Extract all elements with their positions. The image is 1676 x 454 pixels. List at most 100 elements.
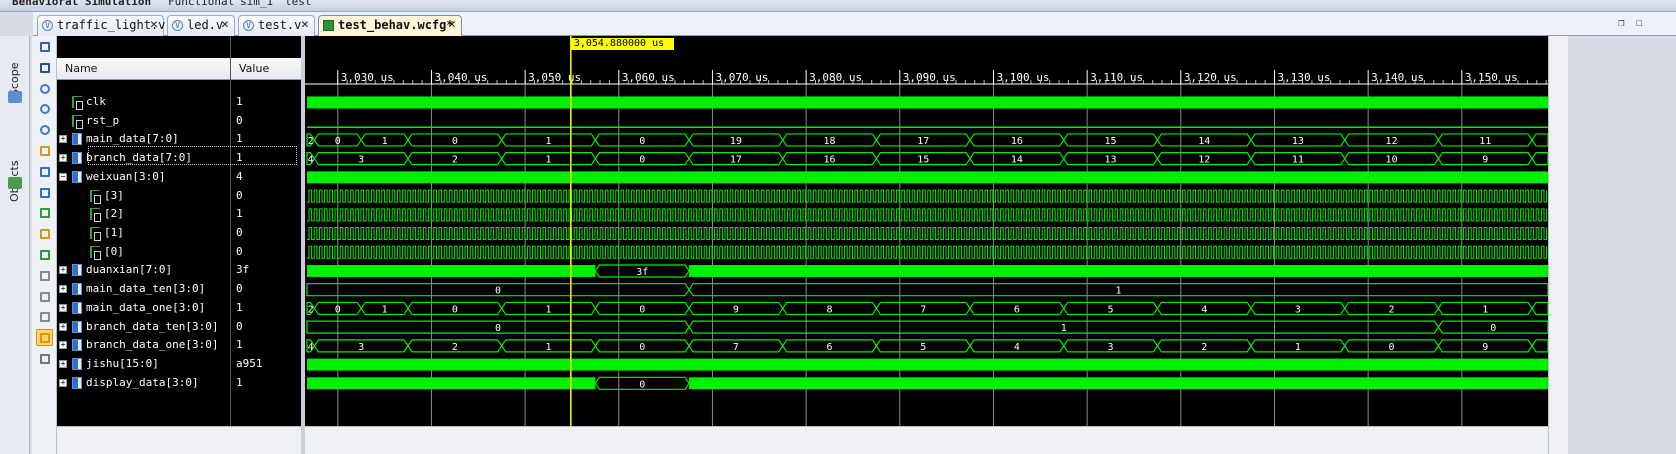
go-to-cursor-icon[interactable] <box>36 142 53 159</box>
bus-value-label: 18 <box>824 136 836 147</box>
waveform--3- <box>307 189 1548 203</box>
bus-value-label: 3 <box>358 342 364 353</box>
value-row[interactable]: 0 <box>231 318 301 337</box>
waveform-weixuan-3-0- <box>307 171 1548 184</box>
signal-row[interactable]: [3] <box>57 187 230 206</box>
save-icon[interactable] <box>36 59 53 76</box>
value-row[interactable]: 4 <box>231 168 301 187</box>
bus-value-label: 7 <box>920 304 926 315</box>
value-row[interactable]: 0 <box>231 280 301 299</box>
signal-row[interactable]: + main_data_ten[3:0] <box>57 280 230 299</box>
previous-transition-icon[interactable] <box>36 204 53 221</box>
close-icon[interactable]: ✕ <box>150 17 158 32</box>
value-row[interactable]: 0 <box>231 243 301 262</box>
bus-value-label: 1 <box>546 155 552 166</box>
tab-traffic-light[interactable]: V traffic_light.v ✕ <box>37 15 165 36</box>
zoom-in-icon[interactable] <box>36 80 53 97</box>
close-icon[interactable]: ✕ <box>221 17 229 32</box>
next-transition-icon[interactable] <box>36 225 53 242</box>
bus-value-label: 1 <box>546 304 552 315</box>
expand-icon[interactable]: + <box>59 135 67 144</box>
signal-row[interactable]: + branch_data_ten[3:0] <box>57 318 230 337</box>
value-column-header[interactable]: Value <box>231 58 301 80</box>
value-row[interactable]: 1 <box>231 205 301 224</box>
go-to-last-time-icon[interactable] <box>36 184 53 201</box>
value-row[interactable]: 1 <box>231 336 301 355</box>
expand-icon[interactable]: + <box>59 285 67 294</box>
expand-icon[interactable]: + <box>59 266 67 275</box>
swap-cursors-icon[interactable] <box>36 308 53 325</box>
go-to-time-0-icon[interactable] <box>36 163 53 180</box>
bus-value-label: 4 <box>308 155 314 166</box>
signal-row[interactable]: [1] <box>57 224 230 243</box>
waveform-canvas[interactable]: 3,030 us 3,040 us 3,050 us 3,060 us 3,070 us… <box>305 36 1548 426</box>
snap-to-transition-icon[interactable] <box>36 329 53 347</box>
bus-value-label: 0 <box>335 304 341 315</box>
name-column-header[interactable]: Name <box>57 58 230 80</box>
zoom-fit-icon[interactable] <box>36 38 53 55</box>
next-marker-icon[interactable] <box>36 288 53 305</box>
bus-value-label: 9 <box>1482 155 1488 166</box>
signal-row[interactable]: [0] <box>57 243 230 262</box>
signal-row[interactable]: clk <box>57 93 230 112</box>
bus-value-label: 2 <box>1389 304 1395 315</box>
tab-test[interactable]: V test.v ✕ <box>238 15 315 36</box>
value-row[interactable]: a951 <box>231 355 301 374</box>
bus-signal-icon <box>72 339 82 352</box>
signal-row[interactable]: + main_data_one[3:0] <box>57 299 230 318</box>
previous-marker-icon[interactable] <box>36 267 53 284</box>
bus-value-label: 16 <box>824 155 836 166</box>
maximize-window-icon[interactable]: ☐ <box>1636 16 1643 29</box>
tab-led[interactable]: V led.v ✕ <box>167 15 235 36</box>
waveform-area[interactable]: 3,030 us 3,040 us 3,050 us 3,060 us 3,070 us… <box>305 36 1548 426</box>
value-row[interactable]: 1 <box>231 93 301 112</box>
expand-icon[interactable]: + <box>59 303 67 312</box>
bus-segment <box>1531 339 1548 353</box>
name-horizontal-scrollbar[interactable] <box>57 426 301 454</box>
signal-row[interactable]: + duanxian[7:0] <box>57 261 230 280</box>
bus-value-label: 1 <box>382 136 388 147</box>
expand-icon[interactable]: + <box>59 154 67 163</box>
close-icon[interactable]: ✕ <box>448 17 456 32</box>
bus-value-label: 11 <box>1479 136 1491 147</box>
expand-icon[interactable]: + <box>59 322 67 331</box>
expand-icon[interactable]: + <box>59 378 67 387</box>
bus-value-label: 5 <box>920 342 926 353</box>
tick-label: 3,120 us <box>1184 71 1237 84</box>
vertical-scrollbar[interactable] <box>1548 36 1568 454</box>
zoom-full-icon[interactable] <box>36 121 53 138</box>
close-icon[interactable]: ✕ <box>301 17 309 32</box>
bit-signal-icon <box>90 227 101 242</box>
signal-name: clk <box>86 95 106 108</box>
signal-row[interactable]: + jishu[15:0] <box>57 355 230 374</box>
bus-value-label: 5 <box>1108 304 1114 315</box>
value-row[interactable]: 0 <box>231 187 301 206</box>
add-marker-icon[interactable] <box>36 246 53 263</box>
value-row[interactable]: 0 <box>231 112 301 131</box>
collapse-icon[interactable]: − <box>59 172 67 181</box>
waveform-horizontal-scrollbar[interactable] <box>305 426 1548 454</box>
value-row[interactable]: 0 <box>231 224 301 243</box>
zoom-out-icon[interactable] <box>36 100 53 117</box>
signal-row[interactable]: − weixuan[3:0] <box>57 168 230 187</box>
side-panel: Scope Objects <box>0 36 30 454</box>
tick-label: 3,060 us <box>622 71 675 84</box>
signal-name: weixuan[3:0] <box>86 169 166 183</box>
value-row[interactable]: 1 <box>231 299 301 318</box>
expand-icon[interactable]: + <box>59 360 67 369</box>
value-row[interactable]: 1 <box>231 374 301 393</box>
signal-row[interactable]: rst_p <box>57 112 230 131</box>
tab-test-behav-wcfg[interactable]: test_behav.wcfg* ✕ <box>318 15 462 36</box>
signal-value: 1 <box>236 132 243 146</box>
signal-row[interactable]: + display_data[3:0] <box>57 374 230 393</box>
signal-value: 4 <box>236 169 243 183</box>
value-row[interactable]: 3f <box>231 261 301 280</box>
signal-row[interactable]: + branch_data_one[3:0] <box>57 336 230 355</box>
signal-row[interactable]: [2] <box>57 205 230 224</box>
expand-icon[interactable]: + <box>59 341 67 350</box>
floating-ruler-icon[interactable] <box>36 350 53 367</box>
bus-value-label: 0 <box>495 323 501 334</box>
tick-label: 3,090 us <box>903 71 956 84</box>
restore-window-icon[interactable]: ❐ <box>1618 16 1625 29</box>
signal-value: 0 <box>236 226 243 240</box>
